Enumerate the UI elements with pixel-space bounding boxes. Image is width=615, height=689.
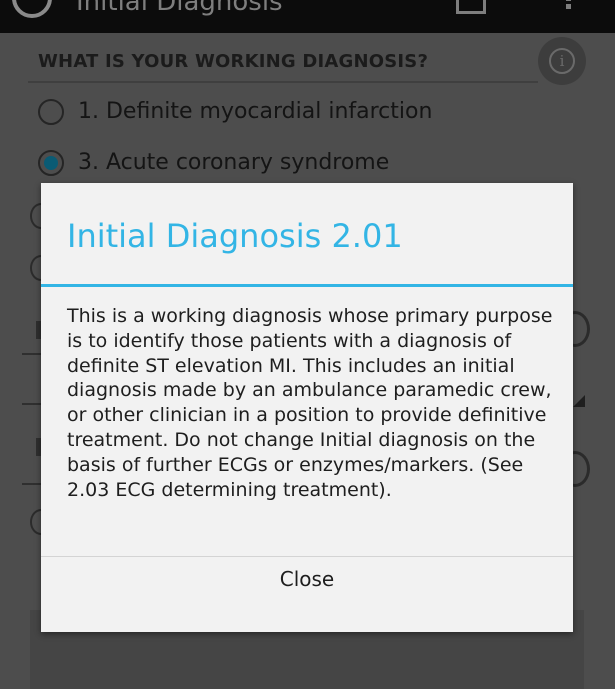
radio-button-selected[interactable] xyxy=(38,150,64,176)
action-bar-title: Initial Diagnosis xyxy=(76,0,283,17)
dialog-message: This is a working diagnosis whose primar… xyxy=(67,305,553,501)
hidden-divider xyxy=(22,483,41,485)
hidden-divider xyxy=(22,403,41,405)
radio-option-label: 1. Definite myocardial infarction xyxy=(78,99,433,124)
info-dialog: Initial Diagnosis 2.01 This is a working… xyxy=(41,183,573,632)
app-circle-icon[interactable] xyxy=(12,0,52,18)
save-icon[interactable] xyxy=(456,0,486,14)
dialog-title-divider xyxy=(41,284,573,287)
question-header: WHAT IS YOUR WORKING DIAGNOSIS? xyxy=(38,51,429,72)
hidden-divider xyxy=(22,353,41,355)
close-button[interactable]: Close xyxy=(41,557,573,632)
overflow-menu-icon[interactable] xyxy=(566,0,574,10)
info-icon: i xyxy=(549,48,575,74)
hidden-spinner-arrow xyxy=(573,395,585,407)
section-divider xyxy=(28,81,538,83)
info-button[interactable]: i xyxy=(538,37,586,85)
radio-button[interactable] xyxy=(38,99,64,125)
action-bar: Initial Diagnosis xyxy=(0,0,615,33)
dialog-title: Initial Diagnosis 2.01 xyxy=(67,217,403,255)
radio-option-label: 3. Acute coronary syndrome xyxy=(78,150,390,175)
